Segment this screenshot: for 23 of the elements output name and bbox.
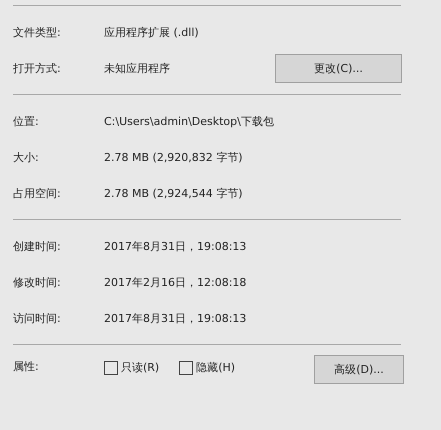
field-label: 占用空间: (13, 186, 62, 200)
field-label: 文件类型: (13, 24, 62, 40)
field-label: 打开方式: (13, 60, 62, 76)
advanced-button[interactable]: 高级(D)... (314, 355, 404, 384)
field-value: 2017年8月31日，19:08:13 (104, 310, 246, 326)
field-value: 应用程序扩展 (.dll) (104, 24, 199, 40)
field-value: 2017年2月16日，12:08:18 (104, 274, 246, 290)
change-button[interactable]: 更改(C)... (275, 54, 402, 82)
checkbox-label[interactable]: 只读(R) (121, 360, 160, 375)
field-value: 2017年8月31日，19:08:13 (104, 238, 246, 254)
field-label: 位置: (13, 114, 40, 128)
checkbox[interactable] (104, 360, 118, 374)
field-label: 大小: (13, 150, 40, 164)
field-label: 属性: (13, 359, 40, 374)
field-value: C:\Users\admin\Desktop\下载包 (104, 114, 274, 128)
checkbox[interactable] (179, 360, 194, 374)
field-label: 创建时间: (13, 238, 62, 254)
field-value: 未知应用程序 (104, 60, 170, 76)
field-label: 访问时间: (13, 310, 62, 326)
field-value: 2.78 MB (2,920,832 字节) (104, 150, 243, 164)
field-label: 修改时间: (13, 274, 62, 290)
field-value: 2.78 MB (2,924,544 字节) (104, 186, 243, 200)
checkbox-label[interactable]: 隐藏(H) (196, 360, 236, 375)
